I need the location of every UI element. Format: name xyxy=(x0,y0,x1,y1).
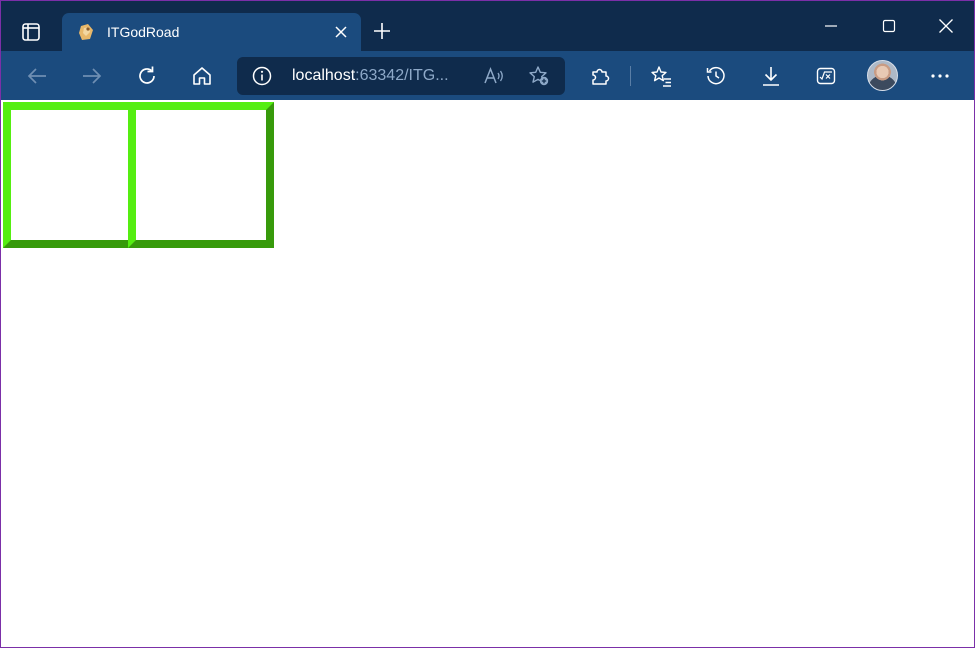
url-host: localhost xyxy=(292,67,356,84)
favorites-button[interactable] xyxy=(644,59,678,93)
plus-icon xyxy=(372,21,392,41)
new-tab-button[interactable] xyxy=(368,17,396,45)
read-aloud-icon[interactable] xyxy=(482,64,506,88)
info-icon[interactable] xyxy=(251,65,273,87)
minimize-button[interactable] xyxy=(802,1,860,51)
tab-title: ITGodRoad xyxy=(107,24,180,40)
tab-actions-icon xyxy=(21,22,41,42)
more-button[interactable] xyxy=(923,59,957,93)
math-solver-button[interactable] xyxy=(809,59,843,93)
url-path: :63342/ITG... xyxy=(355,67,449,84)
minimize-icon xyxy=(824,19,838,33)
close-window-button[interactable] xyxy=(917,1,974,51)
tab-actions-button[interactable] xyxy=(11,15,51,49)
itgodroad-favicon xyxy=(76,22,96,42)
refresh-button[interactable] xyxy=(130,59,164,93)
extensions-button[interactable] xyxy=(583,59,617,93)
home-button[interactable] xyxy=(185,59,219,93)
active-tab[interactable]: ITGodRoad xyxy=(62,13,361,51)
math-solver-icon xyxy=(815,65,837,87)
url-text[interactable]: localhost:63342/ITG... xyxy=(292,67,449,85)
toolbar-divider xyxy=(630,66,631,86)
close-icon xyxy=(334,25,348,39)
back-button[interactable] xyxy=(20,59,54,93)
refresh-icon xyxy=(136,65,158,87)
outset-border-box xyxy=(128,102,274,248)
tab-strip: ITGodRoad xyxy=(1,1,974,51)
maximize-icon xyxy=(882,19,896,33)
tab-close-button[interactable] xyxy=(327,18,355,46)
star-add-icon[interactable] xyxy=(527,64,551,88)
browser-window: ITGodRoad localhost:63342/ITG... xyxy=(0,0,975,648)
avatar[interactable] xyxy=(867,60,898,91)
puzzle-icon xyxy=(589,65,611,87)
toolbar: localhost:63342/ITG... xyxy=(1,51,974,100)
favorites-list-icon xyxy=(650,65,672,87)
history-button[interactable] xyxy=(699,59,733,93)
maximize-button[interactable] xyxy=(860,1,918,51)
arrow-left-icon xyxy=(26,65,48,87)
arrow-right-icon xyxy=(81,65,103,87)
address-bar[interactable]: localhost:63342/ITG... xyxy=(237,57,565,95)
downloads-button[interactable] xyxy=(754,59,788,93)
more-icon xyxy=(929,65,951,87)
download-icon xyxy=(760,65,782,87)
close-icon xyxy=(938,18,954,34)
forward-button[interactable] xyxy=(75,59,109,93)
history-icon xyxy=(705,65,727,87)
home-icon xyxy=(191,65,213,87)
page-content xyxy=(1,100,974,647)
